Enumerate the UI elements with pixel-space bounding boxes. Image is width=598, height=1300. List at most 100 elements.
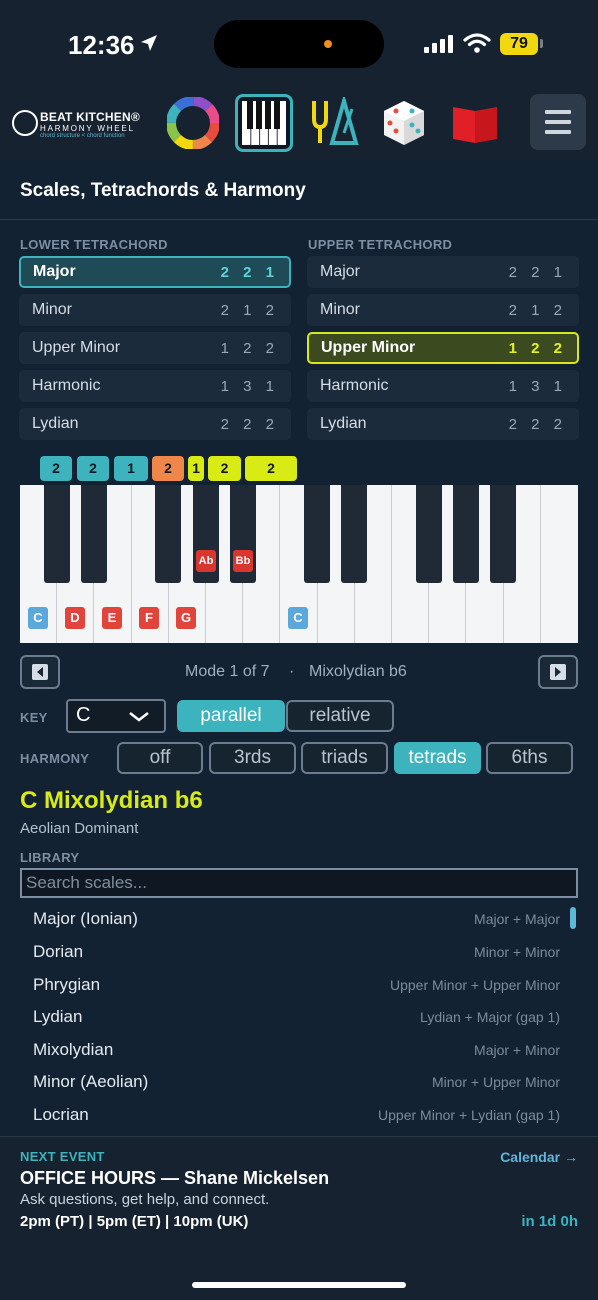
black-key[interactable]	[416, 485, 442, 583]
logo-tagline: chord structure < chord function	[40, 133, 125, 139]
black-key[interactable]	[44, 485, 70, 583]
library-item[interactable]: Phrygian Upper Minor + Upper Minor	[20, 970, 560, 1002]
step-badge: 2	[208, 456, 241, 481]
step-badge: 1	[114, 456, 148, 481]
key-label: KEY	[20, 710, 48, 725]
upper-tetrachord-harmonic[interactable]: Harmonic 1 3 1	[307, 370, 579, 402]
note-label: F	[139, 607, 159, 629]
upper-tetrachord-lydian[interactable]: Lydian 2 2 2	[307, 408, 579, 440]
top-toolbar: BEAT KITCHEN® HARMONY WHEEL chord struct…	[0, 88, 598, 160]
dynamic-island	[214, 20, 384, 68]
lower-tetrachord-minor[interactable]: Minor 2 1 2	[19, 294, 291, 326]
logo-waveform-icon	[12, 110, 38, 136]
upper-tetrachord-major[interactable]: Major 2 2 1	[307, 256, 579, 288]
scales-keyboard-tool-button[interactable]	[235, 94, 293, 152]
step-badge: 2	[40, 456, 72, 481]
harmony-6ths-button[interactable]: 6ths	[486, 742, 573, 774]
wifi-icon	[463, 33, 491, 53]
lower-tetrachord-label: LOWER TETRACHORD	[20, 237, 168, 252]
library-item[interactable]: Major (Ionian) Major + Major	[20, 904, 560, 936]
event-description: Ask questions, get help, and connect.	[20, 1191, 270, 1208]
library-scrollbar[interactable]	[570, 907, 576, 929]
note-label: Bb	[233, 550, 253, 572]
current-scale-alias: Aeolian Dominant	[20, 820, 139, 837]
upper-tetrachord-minor[interactable]: Minor 2 1 2	[307, 294, 579, 326]
black-key[interactable]	[490, 485, 516, 583]
lower-tetrachord-major[interactable]: Major 2 2 1	[19, 256, 291, 288]
lower-tetrachord-harmonic[interactable]: Harmonic 1 3 1	[19, 370, 291, 402]
library-item[interactable]: Dorian Minor + Minor	[20, 937, 560, 969]
calendar-link[interactable]: Calendar →	[500, 1149, 578, 1165]
logo-title: BEAT KITCHEN®	[40, 110, 140, 124]
upper-tetrachord-upper-minor[interactable]: Upper Minor 1 2 2	[307, 332, 579, 364]
color-wheel-icon	[167, 97, 219, 149]
tuner-metronome-tool-button[interactable]	[305, 94, 363, 152]
step-badge: 1	[188, 456, 204, 481]
harmony-tetrads-button[interactable]: tetrads	[394, 742, 481, 774]
metronome-tuning-fork-icon	[312, 97, 359, 145]
mode-separator: ·	[289, 663, 295, 680]
harmony-off-button[interactable]: off	[117, 742, 203, 774]
home-indicator[interactable]	[192, 1282, 406, 1288]
black-key[interactable]	[341, 485, 367, 583]
event-countdown: in 1d 0h	[521, 1213, 578, 1230]
divider	[0, 219, 598, 220]
library-item[interactable]: Lydian Lydian + Major (gap 1)	[20, 1002, 560, 1034]
chevron-down-icon	[129, 712, 149, 722]
dice-tool-button[interactable]	[375, 94, 433, 152]
mode-counter: Mode 1 of 7	[185, 663, 270, 680]
note-label: G	[176, 607, 196, 629]
black-key[interactable]	[453, 485, 479, 583]
note-label: Ab	[196, 550, 216, 572]
library-label: LIBRARY	[20, 850, 80, 865]
open-book-icon	[453, 107, 497, 143]
status-bar: 12:36 79	[0, 0, 598, 88]
cellular-signal-icon	[424, 35, 453, 53]
white-key[interactable]	[541, 485, 578, 643]
note-label: D	[65, 607, 85, 629]
location-arrow-icon	[141, 35, 157, 51]
beat-kitchen-logo[interactable]: BEAT KITCHEN® HARMONY WHEEL chord struct…	[12, 108, 152, 144]
current-scale-title: C Mixolydian b6	[20, 787, 203, 814]
clock: 12:36	[68, 30, 135, 60]
note-label: C	[28, 607, 48, 629]
black-key[interactable]	[304, 485, 330, 583]
note-label: C	[288, 607, 308, 629]
lower-tetrachord-lydian[interactable]: Lydian 2 2 2	[19, 408, 291, 440]
scales-panel: Scales, Tetrachords & Harmony LOWER TETR…	[0, 160, 598, 1252]
lower-tetrachord-upper-minor[interactable]: Upper Minor 1 2 2	[19, 332, 291, 364]
event-times: 2pm (PT) | 5pm (ET) | 10pm (UK)	[20, 1213, 249, 1230]
search-scales-input[interactable]	[22, 870, 576, 896]
library-item[interactable]: Minor (Aeolian) Minor + Upper Minor	[20, 1067, 560, 1099]
library-item[interactable]: Mixolydian Major + Minor	[20, 1035, 560, 1067]
relative-toggle[interactable]: relative	[286, 700, 394, 732]
hamburger-menu-button[interactable]	[530, 94, 586, 150]
harmony-wheel-tool-button[interactable]	[164, 94, 222, 152]
piano-keyboard-icon	[242, 101, 286, 145]
event-title: OFFICE HOURS — Shane Mickelsen	[20, 1168, 330, 1188]
key-select[interactable]: C	[66, 699, 166, 733]
book-tool-button[interactable]	[446, 94, 504, 152]
black-key[interactable]	[81, 485, 107, 583]
black-key[interactable]	[155, 485, 181, 583]
note-label: E	[102, 607, 122, 629]
harmony-label: HARMONY	[20, 751, 90, 766]
chevron-left-icon	[32, 664, 48, 680]
step-badge: 2	[245, 456, 297, 481]
upper-tetrachord-label: UPPER TETRACHORD	[308, 237, 453, 252]
harmony-triads-button[interactable]: triads	[301, 742, 388, 774]
page-title: Scales, Tetrachords & Harmony	[20, 180, 306, 201]
library-item[interactable]: Locrian Upper Minor + Lydian (gap 1)	[20, 1100, 560, 1132]
previous-mode-button[interactable]	[20, 655, 60, 689]
next-mode-button[interactable]	[538, 655, 578, 689]
chevron-right-icon	[550, 664, 566, 680]
mode-name: Mixolydian b6	[309, 663, 407, 680]
search-box	[20, 868, 578, 898]
parallel-toggle[interactable]: parallel	[177, 700, 285, 732]
harmony-3rds-button[interactable]: 3rds	[209, 742, 296, 774]
step-badge: 2	[152, 456, 184, 481]
dice-icon	[384, 101, 424, 145]
logo-subtitle: HARMONY WHEEL	[40, 124, 135, 133]
piano-keyboard[interactable]: C D E F G Ab Bb C	[20, 485, 578, 643]
menu-icon	[545, 110, 571, 114]
